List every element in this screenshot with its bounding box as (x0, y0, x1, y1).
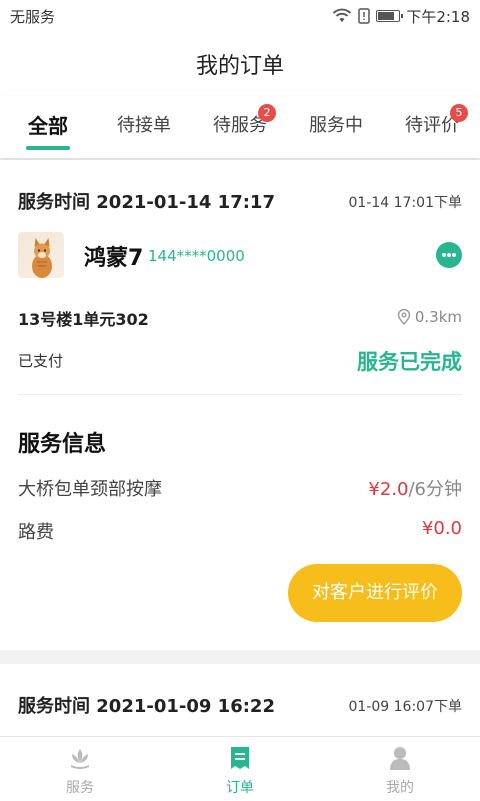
tab-pending-accept[interactable]: 待接单 (96, 96, 192, 158)
carrier-text: 无服务 (10, 7, 56, 26)
order-status: 服务已完成 (357, 350, 462, 374)
tab-label: 全部 (28, 114, 68, 138)
nav-label: 订单 (226, 780, 254, 796)
service-item-name: 大桥包单颈部按摩 (18, 479, 162, 500)
payment-status: 已支付 (18, 352, 64, 370)
nav-label: 服务 (66, 780, 94, 796)
customer-name: 鸿蒙7 (84, 246, 144, 271)
order-placed-time: 01-14 17:01下单 (348, 195, 462, 211)
person-icon (390, 747, 410, 770)
rate-customer-button[interactable]: 对客户进行评价 (288, 564, 462, 622)
service-time: 服务时间 2021-01-14 17:17 (18, 192, 275, 213)
duration-value: /6分钟 (408, 479, 462, 500)
nav-label: 我的 (386, 780, 414, 796)
nav-orders[interactable]: 订单 (160, 737, 320, 801)
location-pin-icon (397, 309, 411, 325)
order-tabs: 全部 待接单 待服务 2 服务中 待评价 5 (0, 96, 480, 158)
tab-pending-service[interactable]: 待服务 2 (192, 96, 288, 158)
tab-label: 待接单 (117, 115, 171, 136)
distance-text: 0.3km (414, 308, 462, 326)
count-badge: 2 (258, 104, 276, 122)
order-card[interactable]: 服务时间 2021-01-14 17:17 01-14 17:01下单 鸿蒙7 … (0, 160, 480, 650)
wifi-icon (333, 8, 352, 22)
distance-info: 0.3km (397, 308, 462, 326)
service-info-title: 服务信息 (18, 432, 107, 457)
tab-all[interactable]: 全部 (0, 96, 96, 158)
order-card[interactable]: 服务时间 2021-01-09 16:22 01-09 16:07下单 (0, 664, 480, 736)
bottom-nav: 服务 订单 我的 (0, 736, 480, 801)
active-tab-indicator (26, 146, 70, 150)
customer-phone[interactable]: 144****0000 (148, 247, 245, 265)
chat-icon[interactable] (436, 242, 462, 268)
tab-in-service[interactable]: 服务中 (288, 96, 384, 158)
divider (18, 394, 462, 395)
sim-alert-icon (358, 8, 371, 24)
service-time: 服务时间 2021-01-09 16:22 (18, 696, 275, 717)
price-value: ¥2.0 (368, 479, 409, 500)
service-item-price: ¥2.0/6分钟 (368, 475, 462, 501)
status-bar: 无服务 下午2:18 (0, 0, 480, 32)
travel-fee-label: 路费 (18, 522, 54, 543)
avatar (18, 232, 64, 278)
page-title: 我的订单 (195, 54, 284, 79)
nav-mine[interactable]: 我的 (320, 737, 480, 801)
clock-text: 下午2:18 (406, 7, 470, 26)
count-badge: 5 (450, 104, 468, 122)
order-list-icon (231, 747, 249, 769)
cat-photo-icon (32, 238, 52, 278)
battery-icon (376, 10, 404, 22)
service-address: 13号楼1单元302 (18, 310, 149, 329)
tab-pending-review[interactable]: 待评价 5 (384, 96, 480, 158)
page-header: 我的订单 (0, 32, 480, 96)
nav-service[interactable]: 服务 (0, 737, 160, 801)
lotus-icon (71, 749, 89, 769)
tab-label: 服务中 (309, 115, 363, 136)
travel-fee-value: ¥0.0 (421, 518, 462, 539)
order-placed-time: 01-09 16:07下单 (348, 699, 462, 715)
